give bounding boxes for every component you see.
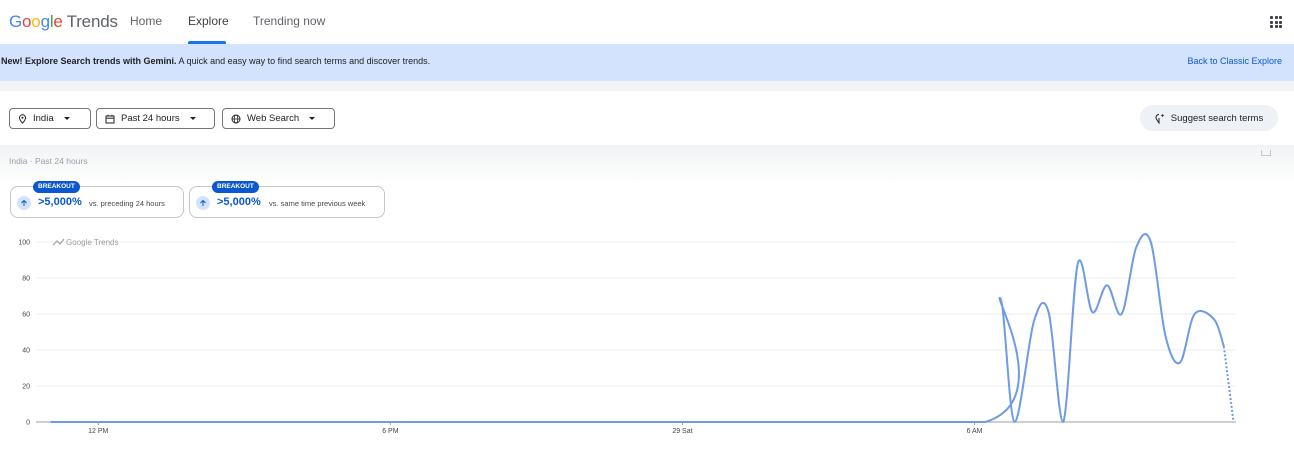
x-tick-label: 29 Sat [672, 428, 692, 435]
location-filter-label: India [33, 113, 54, 124]
stat-description: vs. preceding 24 hours [89, 199, 165, 208]
x-tick-label: 6 PM [382, 428, 399, 435]
breadcrumb: India · Past 24 hours [9, 156, 87, 166]
y-tick-label: 40 [22, 348, 30, 355]
banner-message: New! Explore Search trends with Gemini. … [1, 56, 431, 66]
arrow-up-icon [196, 196, 210, 210]
y-tick-label: 100 [18, 240, 30, 247]
x-tick-label: 6 AM [967, 428, 983, 435]
calendar-icon [105, 114, 115, 124]
series-partial-tail [1222, 346, 1235, 423]
y-tick-label: 0 [26, 420, 30, 427]
collapse-icon[interactable] [1261, 150, 1271, 156]
breadcrumb-separator: · [29, 156, 33, 166]
time-range-filter[interactable]: Past 24 hours [96, 108, 215, 129]
x-tick-label: 12 PM [88, 428, 108, 435]
globe-icon [231, 114, 241, 124]
suggest-search-terms-label: Suggest search terms [1170, 112, 1264, 124]
location-filter[interactable]: India [9, 108, 91, 129]
arrow-up-icon [17, 196, 31, 210]
gemini-banner: New! Explore Search trends with Gemini. … [0, 44, 1294, 81]
google-trends-logo[interactable]: Google Trends [9, 12, 118, 32]
chevron-down-icon [63, 117, 70, 120]
top-nav-bar: Google Trends Home Explore Trending now [0, 0, 1294, 44]
stat-card-preceding: BREAKOUT >5,000% vs. preceding 24 hours [10, 181, 184, 218]
breakout-badge: BREAKOUT [33, 181, 80, 193]
stat-value: >5,000% [217, 196, 261, 208]
chart-panel-header [0, 145, 1294, 185]
y-tick-label: 60 [22, 312, 30, 319]
search-property-filter[interactable]: Web Search [222, 108, 335, 129]
y-tick-label: 80 [22, 276, 30, 283]
chart-y-axis: 0 20 40 60 80 100 [18, 240, 30, 427]
search-property-filter-label: Web Search [247, 113, 300, 124]
tab-home[interactable]: Home [130, 0, 162, 44]
chart-gridlines [36, 241, 1236, 423]
suggest-search-terms-button[interactable]: Suggest search terms [1140, 105, 1278, 131]
series-line [50, 233, 1225, 424]
stat-card-previous-week: BREAKOUT >5,000% vs. same time previous … [189, 181, 385, 218]
chevron-down-icon [189, 117, 196, 120]
back-to-classic-explore-link[interactable]: Back to Classic Explore [1187, 56, 1282, 66]
tab-explore[interactable]: Explore [188, 0, 229, 44]
interest-over-time-chart[interactable]: 0 20 40 60 80 100 12 PM 6 PM 29 Sat 6 AM Google … [0, 230, 1294, 450]
tab-trending-now[interactable]: Trending now [253, 0, 325, 44]
chart-x-axis: 12 PM 6 PM 29 Sat 6 AM [88, 422, 983, 435]
breakout-badge: BREAKOUT [212, 181, 259, 193]
stat-value: >5,000% [38, 196, 82, 208]
location-pin-icon [18, 113, 27, 124]
chevron-down-icon [309, 117, 316, 120]
time-range-filter-label: Past 24 hours [121, 113, 180, 124]
watermark-text: Google Trends [66, 238, 118, 247]
banner-divider [0, 81, 1294, 91]
sparkle-icon [1155, 113, 1165, 124]
breadcrumb-time: Past 24 hours [35, 156, 88, 166]
stat-description: vs. same time previous week [269, 199, 366, 208]
apps-grid-icon[interactable] [1270, 16, 1282, 28]
y-tick-label: 20 [22, 384, 30, 391]
breadcrumb-location: India [9, 156, 28, 166]
